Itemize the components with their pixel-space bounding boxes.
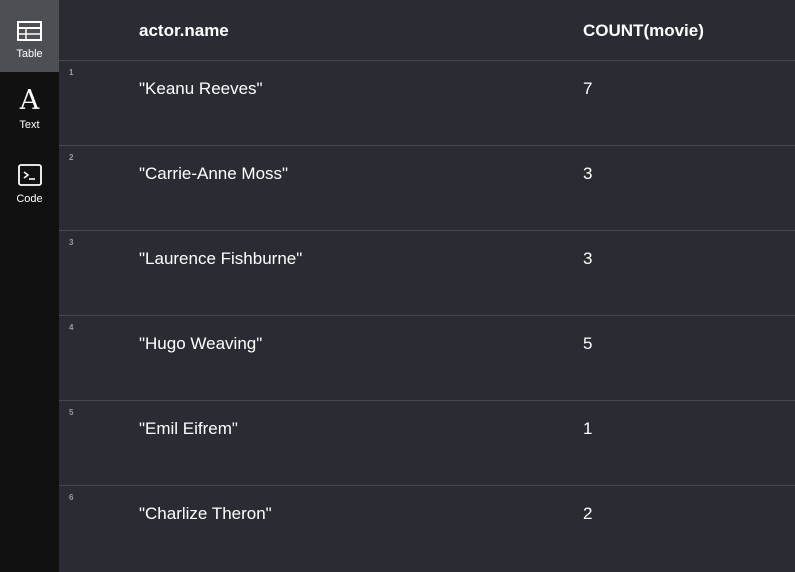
- text-view-label: Text: [19, 119, 40, 131]
- cell-actor-name: "Keanu Reeves": [139, 79, 263, 98]
- row-index: 4: [69, 323, 74, 332]
- cell-count: 7: [583, 79, 593, 98]
- row-index: 2: [69, 153, 74, 162]
- table-row: 6 "Charlize Theron" 2: [59, 486, 795, 572]
- row-index: 6: [69, 493, 74, 502]
- cell-actor-name: "Emil Eifrem": [139, 419, 238, 438]
- table-row: 3 "Laurence Fishburne" 3: [59, 231, 795, 316]
- cell-actor-name: "Laurence Fishburne": [139, 249, 303, 268]
- table-row: 5 "Emil Eifrem" 1: [59, 401, 795, 486]
- cell-actor-name: "Carrie-Anne Moss": [139, 164, 289, 183]
- cell-count: 1: [583, 419, 593, 438]
- cell-actor-name: "Hugo Weaving": [139, 334, 263, 353]
- table-row: 4 "Hugo Weaving" 5: [59, 316, 795, 401]
- text-icon-glyph: A: [19, 85, 40, 116]
- result-frame: Table A Text Code actor.name COUNT(movie…: [0, 0, 795, 572]
- table-header: actor.name COUNT(movie): [59, 0, 795, 61]
- column-header-count-movie[interactable]: COUNT(movie): [583, 21, 704, 41]
- column-header-actor-name[interactable]: actor.name: [139, 21, 229, 41]
- code-view-label: Code: [16, 193, 43, 205]
- table-row: 1 "Keanu Reeves" 7: [59, 61, 795, 146]
- result-table: actor.name COUNT(movie) 1 "Keanu Reeves"…: [59, 0, 795, 572]
- text-icon: A: [0, 86, 59, 116]
- code-view-button[interactable]: Code: [0, 146, 59, 216]
- table-icon: [0, 21, 59, 41]
- cell-actor-name: "Charlize Theron": [139, 504, 272, 523]
- table-view-label: Table: [16, 48, 43, 60]
- text-view-button[interactable]: A Text: [0, 73, 59, 143]
- row-index: 1: [69, 68, 74, 77]
- view-sidebar: Table A Text Code: [0, 0, 59, 572]
- row-index: 5: [69, 408, 74, 417]
- cell-count: 2: [583, 504, 593, 523]
- table-view-button[interactable]: Table: [0, 0, 59, 72]
- cell-count: 3: [583, 164, 593, 183]
- code-icon: [0, 164, 59, 186]
- row-index: 3: [69, 238, 74, 247]
- table-row: 2 "Carrie-Anne Moss" 3: [59, 146, 795, 231]
- cell-count: 5: [583, 334, 593, 353]
- cell-count: 3: [583, 249, 593, 268]
